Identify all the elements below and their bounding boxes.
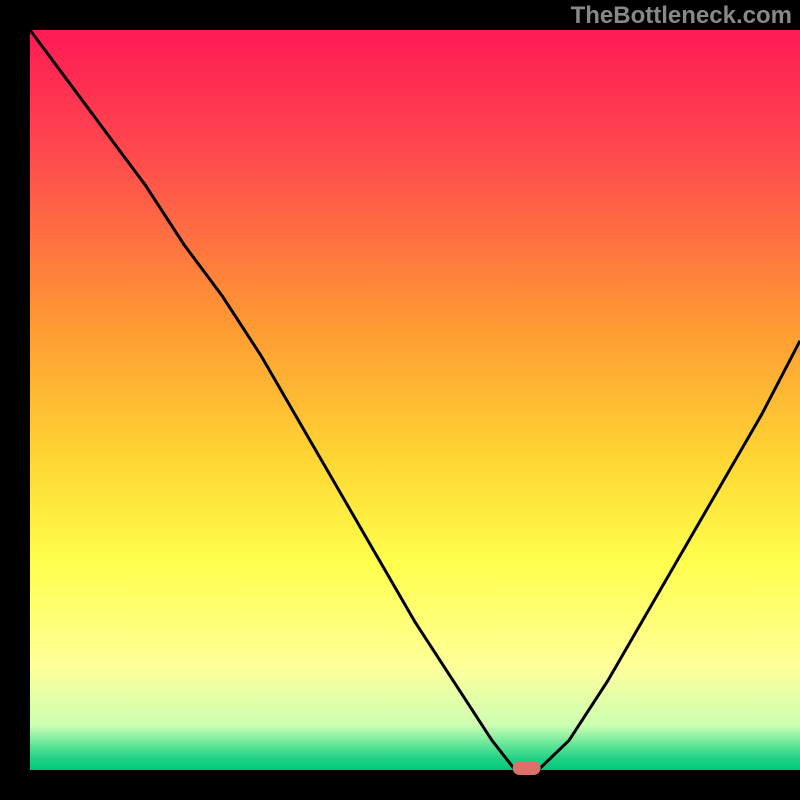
bottleneck-chart <box>0 0 800 800</box>
optimal-marker <box>513 761 541 775</box>
watermark-text: TheBottleneck.com <box>571 2 792 30</box>
image-root: { "watermark": "TheBottleneck.com", "cha… <box>0 0 800 800</box>
gradient-background <box>30 30 800 770</box>
